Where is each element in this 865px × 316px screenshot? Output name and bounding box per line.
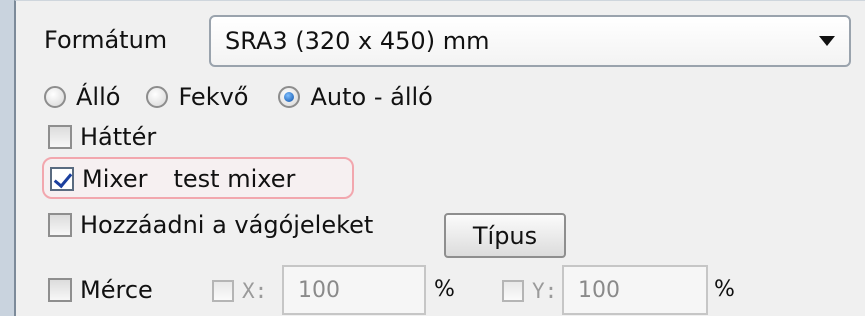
radio-button-selected-icon: [278, 86, 301, 108]
background-checkbox[interactable]: [48, 125, 72, 149]
scale-label: Mérce: [80, 276, 153, 304]
orientation-group: Álló Fekvő Auto - álló: [44, 85, 433, 109]
mixer-label: Mixer: [82, 165, 148, 193]
scale-x-group: X:: [212, 279, 267, 303]
scale-x-value: 100: [298, 277, 340, 303]
background-checkbox-row[interactable]: Háttér: [48, 125, 156, 149]
scale-x-input[interactable]: 100: [282, 265, 426, 315]
scale-y-input[interactable]: 100: [562, 265, 708, 315]
scale-y-group: Y:: [502, 279, 557, 303]
scale-x-unit-row: %: [434, 279, 455, 301]
chevron-down-icon: [819, 36, 835, 46]
format-selected-value: SRA3 (320 x 450) mm: [225, 27, 490, 55]
radio-auto-portrait[interactable]: Auto - álló: [278, 83, 433, 111]
format-label: Formátum: [44, 26, 168, 54]
type-button[interactable]: Típus: [444, 213, 566, 258]
format-select[interactable]: SRA3 (320 x 450) mm: [209, 15, 851, 67]
scale-x-checkbox[interactable]: [212, 280, 234, 302]
radio-landscape-label: Fekvő: [178, 83, 249, 111]
scale-y-value: 100: [578, 277, 620, 303]
scale-y-unit: %: [714, 277, 735, 302]
scale-x-unit: %: [434, 277, 455, 302]
cutmarks-checkbox[interactable]: [48, 213, 72, 237]
radio-portrait[interactable]: Álló: [44, 85, 120, 109]
print-settings-panel: Formátum SRA3 (320 x 450) mm Álló Fekvő …: [14, 0, 865, 316]
scale-y-label: Y:: [532, 279, 558, 303]
radio-auto-portrait-label: Auto - álló: [310, 83, 433, 111]
format-row: Formátum: [44, 28, 167, 52]
scale-y-checkbox[interactable]: [502, 280, 524, 302]
scale-x-label: X:: [242, 279, 268, 303]
scale-checkbox[interactable]: [48, 278, 72, 302]
scale-checkbox-row[interactable]: Mérce: [48, 278, 153, 302]
cutmarks-label: Hozzáadni a vágójeleket: [80, 211, 374, 239]
radio-portrait-label: Álló: [76, 83, 121, 111]
mixer-checkbox[interactable]: [50, 167, 74, 191]
background-label: Háttér: [80, 123, 157, 151]
scale-y-unit-row: %: [714, 279, 735, 301]
mixer-checkbox-row[interactable]: Mixer test mixer: [50, 167, 295, 191]
radio-button-icon: [44, 86, 66, 108]
mixer-value: test mixer: [173, 165, 296, 193]
radio-button-icon: [146, 86, 169, 108]
checkmark-icon: [53, 168, 73, 189]
cutmarks-checkbox-row[interactable]: Hozzáadni a vágójeleket: [48, 213, 373, 237]
radio-landscape[interactable]: Fekvő: [146, 85, 248, 109]
